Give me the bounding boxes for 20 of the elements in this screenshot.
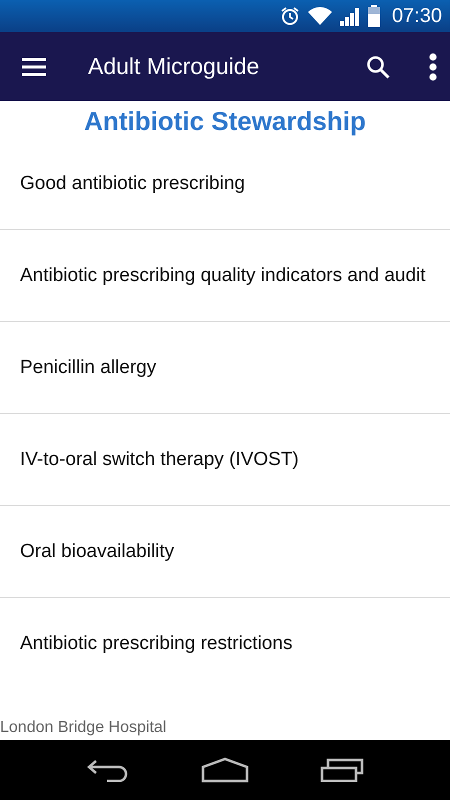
list-item[interactable]: Antibiotic prescribing quality indicators and audit: [0, 230, 450, 322]
menu-button[interactable]: [22, 58, 46, 76]
list-item[interactable]: Antibiotic prescribing restrictions: [0, 598, 450, 689]
app-title: Adult Microguide: [88, 53, 260, 80]
list-item[interactable]: IV-to-oral switch therapy (IVOST): [0, 414, 450, 506]
clock-time: 07:30: [392, 4, 442, 28]
alarm-icon: [280, 6, 300, 26]
more-options-button[interactable]: [428, 52, 438, 80]
section-heading: Antibiotic Stewardship: [83, 105, 367, 138]
list-item[interactable]: Oral bioavailability: [0, 506, 450, 598]
signal-icon: [340, 6, 360, 26]
recent-apps-button[interactable]: [320, 758, 364, 782]
home-button[interactable]: [200, 757, 249, 783]
search-button[interactable]: [366, 54, 390, 78]
wifi-icon: [308, 7, 332, 25]
back-button[interactable]: [86, 758, 130, 782]
list-item[interactable]: Good antibiotic prescribing: [0, 138, 450, 230]
hospital-name: London Bridge Hospital: [0, 718, 168, 738]
battery-icon: [368, 5, 380, 27]
list-item[interactable]: Penicillin allergy: [0, 322, 450, 414]
